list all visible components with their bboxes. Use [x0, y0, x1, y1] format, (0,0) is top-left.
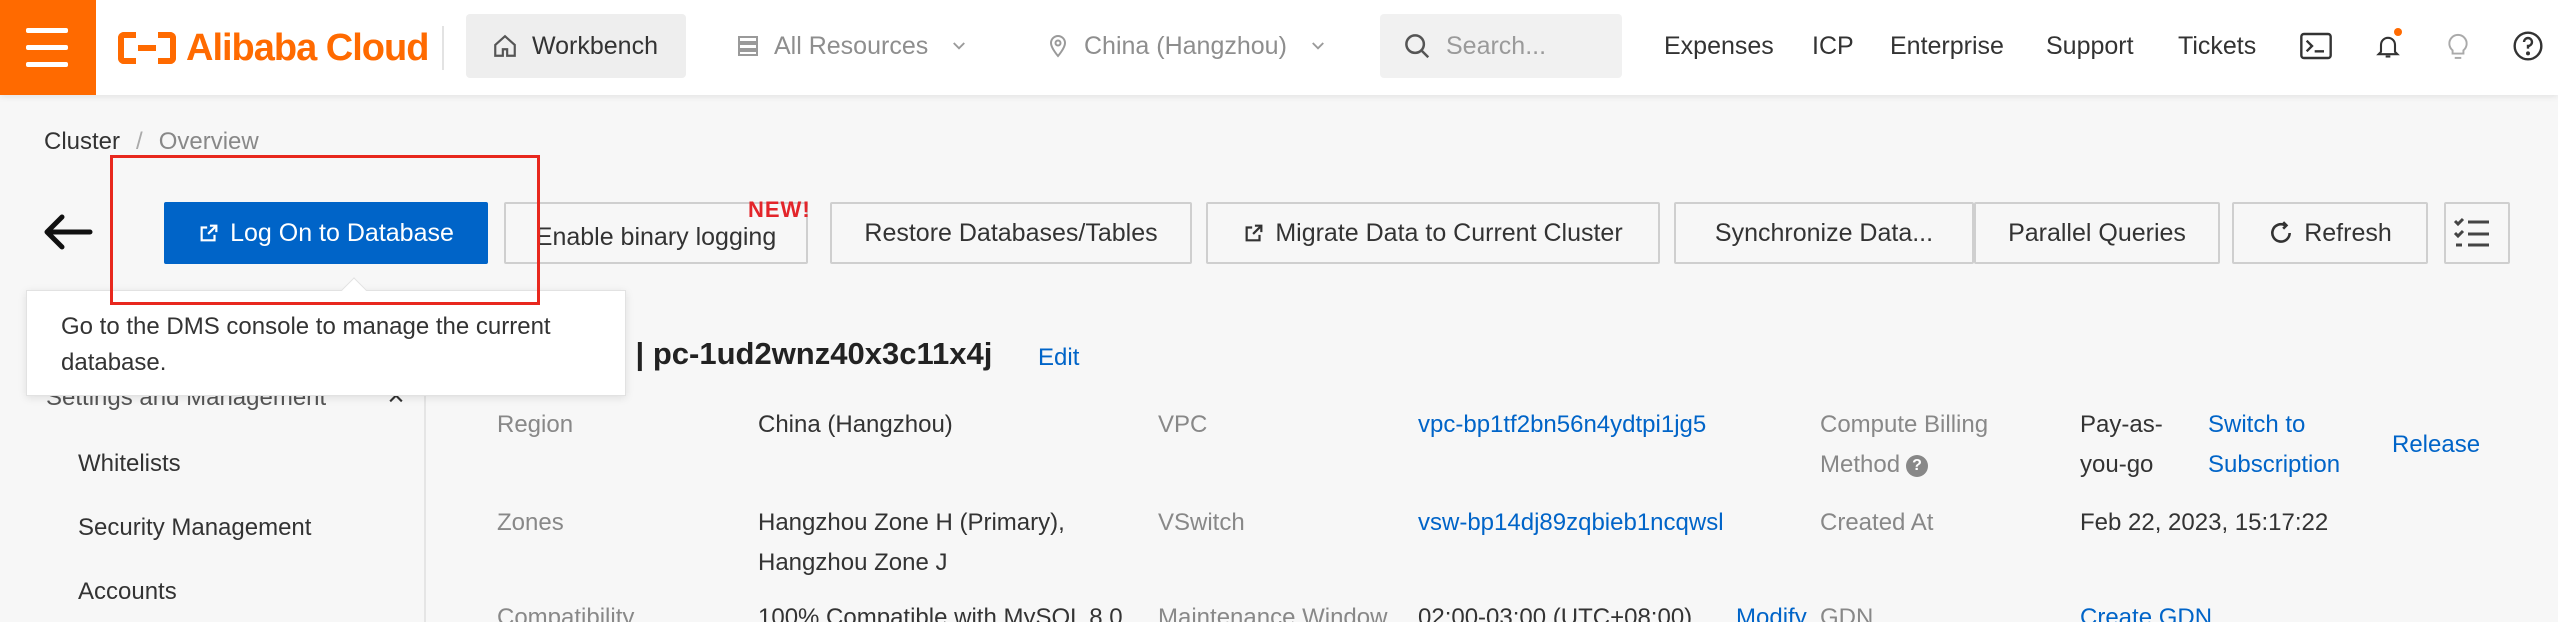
maintenance-window-label: Maintenance Window: [1158, 604, 1388, 622]
restore-databases-tables-label: Restore Databases/Tables: [864, 218, 1158, 247]
region-label: Region: [497, 411, 574, 438]
checklist-icon: [2453, 217, 2489, 247]
search-box[interactable]: [1380, 14, 1622, 78]
divider: [442, 26, 444, 70]
vpc-label: VPC: [1158, 411, 1208, 438]
compatibility-value: 100% Compatible with MySQL 8.0: [758, 604, 1123, 622]
breadcrumb-separator: /: [136, 128, 143, 155]
terminal-icon[interactable]: [2296, 26, 2336, 66]
vswitch-label: VSwitch: [1158, 509, 1245, 536]
vswitch-link[interactable]: vsw-bp14dj89zqbieb1ncqwsl: [1418, 503, 1724, 543]
help-icon[interactable]: [2508, 26, 2548, 66]
stack-icon: [738, 36, 758, 56]
chevron-down-icon: [1311, 42, 1324, 50]
sidebar-item-accounts[interactable]: Accounts: [78, 578, 177, 606]
log-on-to-database-label: Log On to Database: [230, 218, 454, 247]
release-link[interactable]: Release: [2392, 425, 2480, 465]
location-pin-icon: [1049, 35, 1067, 58]
lightbulb-icon[interactable]: [2438, 26, 2478, 66]
log-on-to-database-button[interactable]: Log On to Database: [164, 202, 488, 264]
chevron-down-icon: [953, 42, 966, 50]
region-dropdown[interactable]: China (Hangzhou): [1046, 14, 1327, 78]
notification-dot: [2394, 28, 2402, 36]
home-icon: [494, 34, 516, 57]
zones-value: Hangzhou Zone H (Primary), Hangzhou Zone…: [758, 509, 1065, 576]
workbench-label: Workbench: [532, 31, 658, 60]
external-link-icon: [1245, 224, 1263, 242]
synchronize-data-button[interactable]: Synchronize Data...: [1674, 202, 1974, 264]
question-icon[interactable]: ?: [1906, 454, 1929, 477]
region-label: China (Hangzhou): [1084, 31, 1287, 60]
migrate-data-button[interactable]: Migrate Data to Current Cluster: [1206, 202, 1660, 264]
refresh-label: Refresh: [2304, 218, 2392, 247]
restore-databases-tables-button[interactable]: Restore Databases/Tables: [830, 202, 1192, 264]
created-at-label: Created At: [1820, 509, 1934, 536]
sidebar-item-whitelists[interactable]: Whitelists: [78, 450, 181, 478]
edit-cluster-name-link[interactable]: Edit: [1038, 344, 1079, 372]
column-settings-button[interactable]: [2444, 202, 2510, 264]
breadcrumb: Cluster / Overview: [44, 128, 259, 156]
created-at-value: Feb 22, 2023, 15:17:22: [2080, 509, 2329, 536]
breadcrumb-overview: Overview: [158, 128, 259, 155]
search-icon: [1405, 34, 1430, 59]
new-badge: NEW!: [748, 197, 811, 222]
vpc-link[interactable]: vpc-bp1tf2bn56n4ydtpi1jg5: [1418, 405, 1706, 445]
icp-link[interactable]: ICP: [1812, 14, 1854, 78]
sidebar-item-security-management[interactable]: Security Management: [78, 514, 311, 542]
expenses-link[interactable]: Expenses: [1664, 14, 1774, 78]
support-link[interactable]: Support: [2046, 14, 2134, 78]
external-link-icon: [200, 224, 218, 242]
all-resources-dropdown[interactable]: All Resources: [736, 14, 968, 78]
brand-name: Alibaba Cloud: [186, 26, 429, 69]
zones-label: Zones: [497, 509, 564, 536]
alibaba-cloud-logo[interactable]: Alibaba Cloud: [118, 24, 429, 72]
breadcrumb-cluster[interactable]: Cluster: [44, 128, 120, 156]
top-navigation-bar: Alibaba Cloud Workbench All Resources Ch…: [0, 0, 2558, 95]
synchronize-data-label: Synchronize Data...: [1714, 218, 1934, 247]
all-resources-label: All Resources: [774, 31, 929, 60]
tooltip: Go to the DMS console to manage the curr…: [26, 277, 626, 396]
menu-icon[interactable]: [0, 0, 96, 95]
parallel-queries-button[interactable]: Parallel Queries: [1974, 202, 2220, 264]
refresh-button[interactable]: Refresh: [2232, 202, 2428, 264]
switch-to-subscription-link[interactable]: Switch to Subscription: [2208, 405, 2340, 485]
compatibility-label: Compatibility: [497, 604, 635, 622]
notification-bell-icon[interactable]: [2368, 26, 2408, 66]
refresh-icon: [2271, 221, 2292, 243]
cluster-title: o | pc-1ud2wnz40x3c11x4j: [608, 336, 993, 371]
enable-binary-logging-label: Enable binary logging: [535, 222, 777, 251]
compute-billing-method-label: Compute Billing Method?: [1820, 411, 1989, 478]
create-gdn-link[interactable]: Create GDN: [2080, 598, 2212, 622]
modify-maintenance-link[interactable]: Modify: [1736, 598, 1807, 622]
tooltip-text: Go to the DMS console to manage the curr…: [61, 313, 551, 376]
maintenance-window-value: 02:00-03:00 (UTC+08:00): [1418, 604, 1693, 622]
workbench-button[interactable]: Workbench: [466, 14, 686, 78]
left-sidebar: Settings and Management Whitelists Secur…: [0, 380, 426, 622]
gdn-label: GDN: [1820, 604, 1874, 622]
migrate-data-label: Migrate Data to Current Cluster: [1275, 218, 1623, 247]
billing-method-value: Pay-as- you-go: [2080, 411, 2163, 478]
search-input[interactable]: [1446, 31, 1606, 61]
back-arrow-icon[interactable]: [40, 210, 96, 254]
alibaba-cloud-logo-icon: [118, 28, 176, 68]
region-value: China (Hangzhou): [758, 411, 953, 438]
enterprise-link[interactable]: Enterprise: [1890, 14, 2004, 78]
parallel-queries-label: Parallel Queries: [2008, 218, 2186, 247]
tickets-link[interactable]: Tickets: [2178, 14, 2256, 78]
